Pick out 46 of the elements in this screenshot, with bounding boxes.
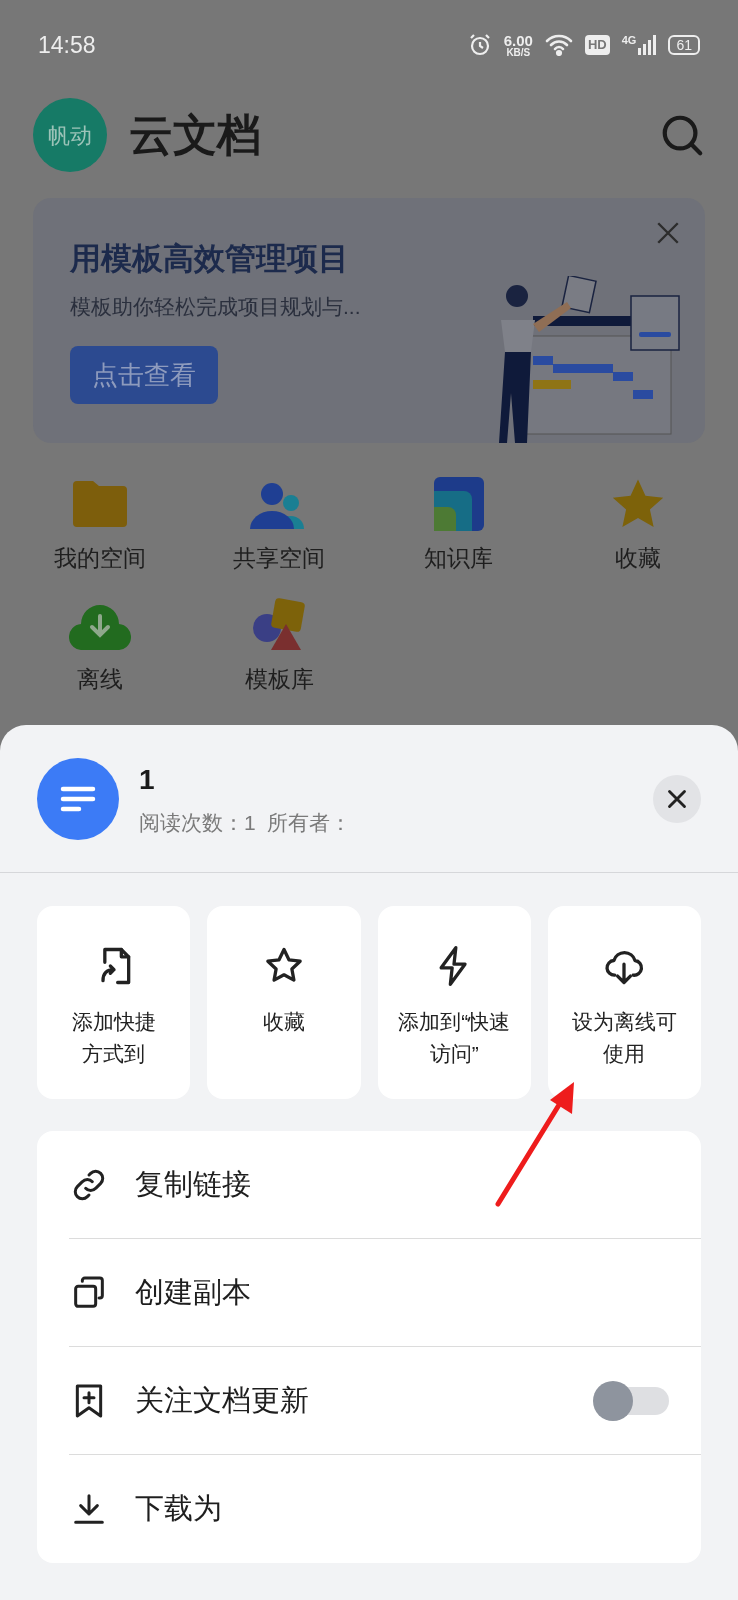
action-label: 收藏 [262, 1009, 305, 1035]
menu-item[interactable]: 下载为 [69, 1455, 701, 1563]
action-card[interactable]: 添加快捷 方式到 [37, 906, 191, 1099]
action-card[interactable]: 设为离线可 使用 [547, 906, 701, 1099]
action-label: 访问” [429, 1041, 479, 1067]
action-label: 方式到 [82, 1041, 146, 1067]
shortcut-label[interactable]: 收藏 [615, 541, 662, 576]
shapes-icon [251, 597, 308, 652]
menu-item[interactable]: 关注文档更新 [69, 1347, 701, 1455]
toggle-switch[interactable] [593, 1380, 669, 1421]
app-title: 云文档 [129, 109, 261, 161]
action-label: 使用 [603, 1041, 646, 1067]
document-title: 1 [139, 762, 156, 797]
network-speed: 6.00 [503, 32, 533, 48]
shortcut-label[interactable]: 模板库 [244, 661, 314, 696]
menu-item[interactable]: 创建副本 [69, 1239, 701, 1347]
banner-subtitle: 模板助你轻松完成项目规划与... [70, 293, 361, 320]
action-card[interactable]: 添加到“快速 访问” [377, 906, 531, 1099]
menu-label: 关注文档更新 [135, 1382, 309, 1418]
close-button[interactable] [653, 774, 701, 823]
wifi-icon [544, 34, 573, 56]
action-label: 添加快捷 [71, 1009, 156, 1035]
menu-label: 下载为 [135, 1491, 222, 1527]
shortcut-label[interactable]: 离线 [76, 661, 123, 696]
document-meta: 阅读次数：1 所有者： [139, 809, 352, 836]
banner-title: 用模板高效管理项目 [70, 240, 350, 278]
speed-unit: KB/S [506, 47, 531, 58]
status-time: 14:58 [38, 30, 96, 60]
network-type: 4G [621, 35, 637, 46]
folder-icon [70, 479, 129, 529]
menu-label: 复制链接 [135, 1166, 251, 1202]
signal-icon [638, 35, 657, 55]
document-lines-icon [60, 784, 96, 813]
menu-label: 创建副本 [135, 1274, 251, 1310]
hd-badge: HD [584, 35, 610, 55]
close-icon[interactable] [655, 220, 681, 246]
menu-item[interactable]: 复制链接 [69, 1131, 701, 1239]
action-card[interactable]: 收藏 [207, 906, 361, 1099]
library-icon [433, 477, 484, 531]
action-label: 添加到“快速 [398, 1009, 511, 1035]
action-label: 设为离线可 [571, 1009, 677, 1035]
battery-level: 61 [668, 35, 700, 55]
shortcut-label[interactable]: 共享空间 [233, 541, 326, 576]
close-icon [667, 788, 687, 809]
shortcut-label[interactable]: 知识库 [424, 541, 494, 576]
shortcut-label[interactable]: 我的空间 [53, 541, 146, 576]
